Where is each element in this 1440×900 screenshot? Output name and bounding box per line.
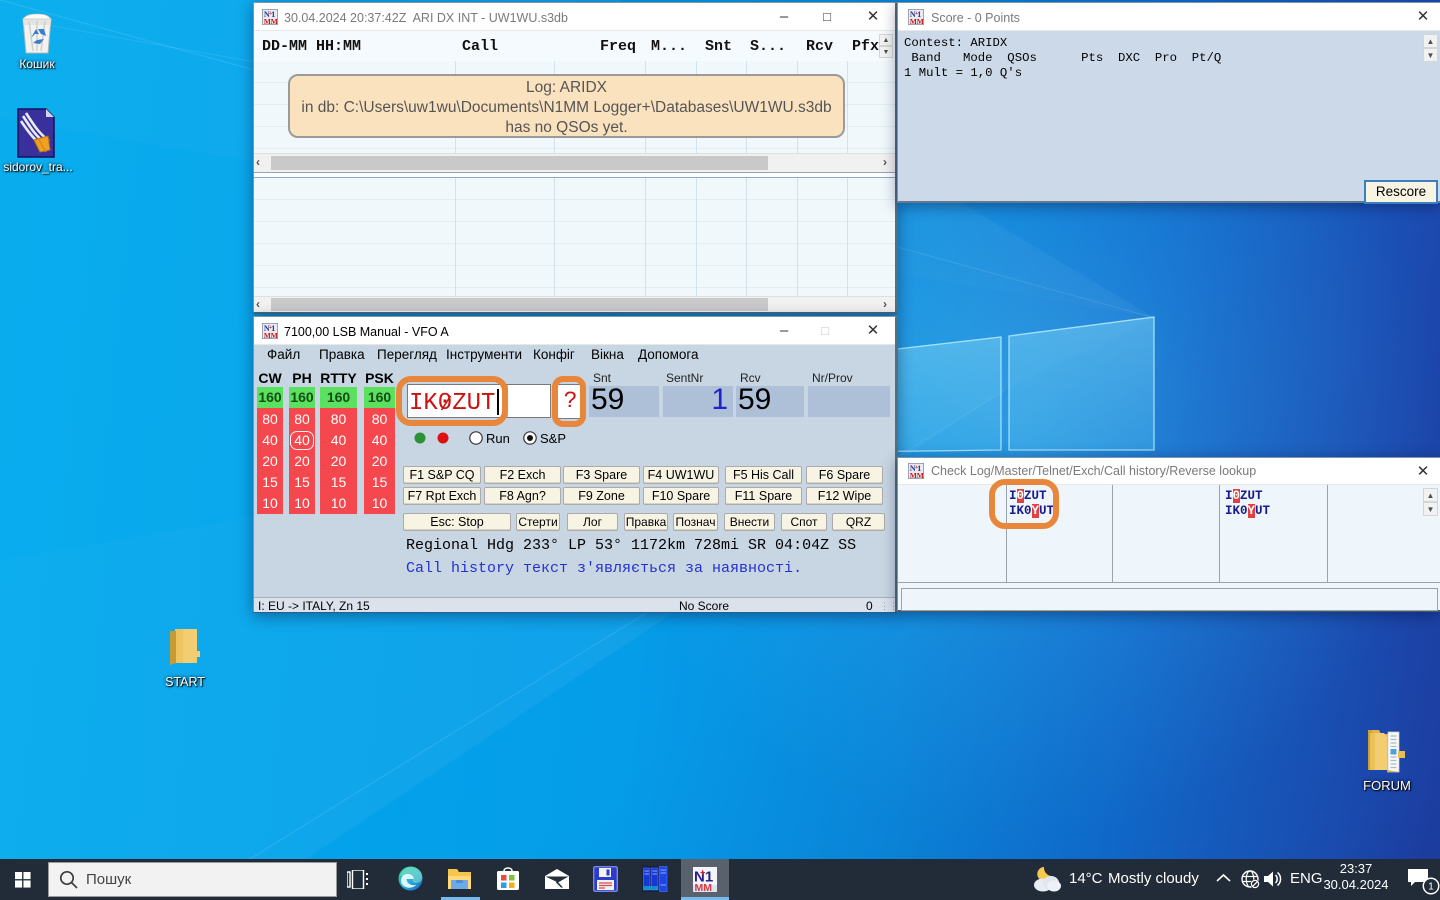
- svg-text:+: +: [700, 868, 705, 878]
- svg-text:MM: MM: [910, 17, 924, 25]
- svg-text:1: 1: [1428, 882, 1434, 893]
- svg-text:MM: MM: [264, 17, 278, 25]
- svg-text:MM: MM: [695, 882, 713, 892]
- svg-text:MM: MM: [910, 471, 924, 479]
- svg-text:MM: MM: [264, 331, 278, 339]
